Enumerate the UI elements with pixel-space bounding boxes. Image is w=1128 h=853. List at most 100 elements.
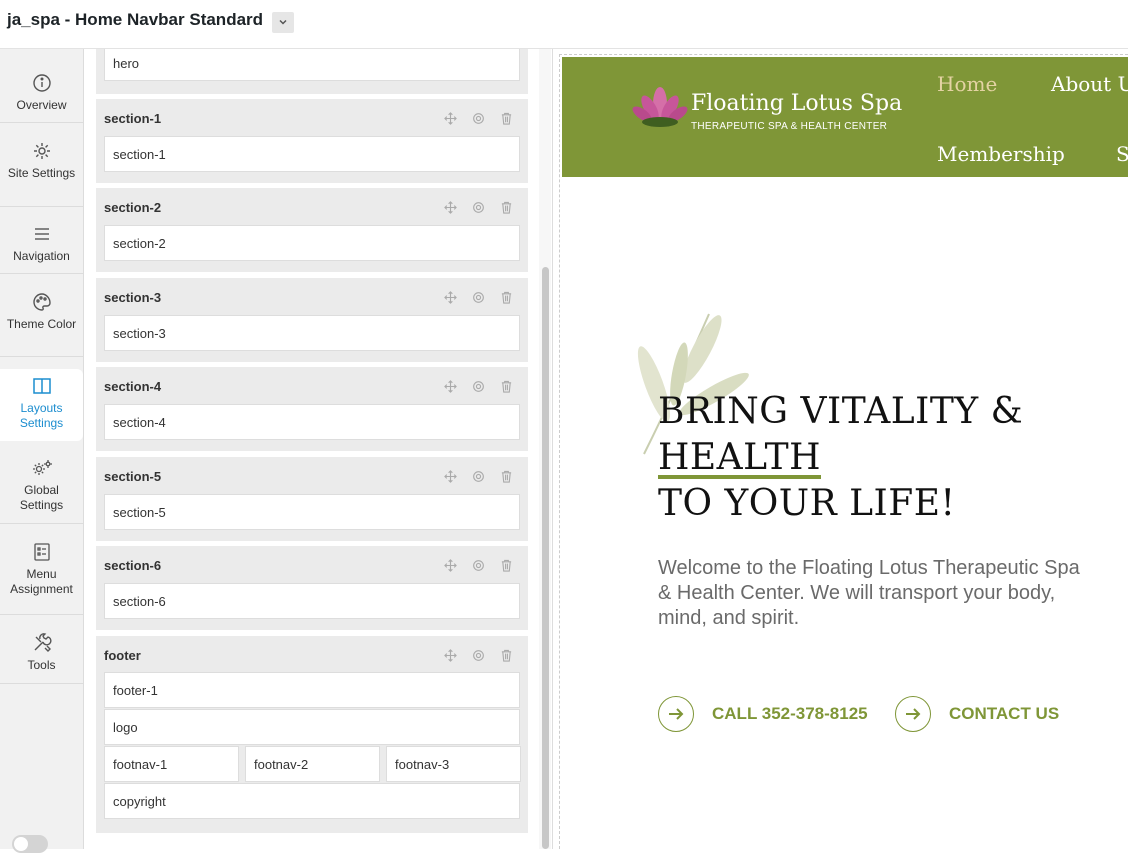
sidebar-item-overview[interactable]: Overview bbox=[0, 73, 83, 113]
trash-icon[interactable] bbox=[498, 110, 514, 126]
layout-block-section-3: section-3 section-3 bbox=[96, 278, 528, 362]
trash-icon[interactable] bbox=[498, 647, 514, 663]
position-field[interactable]: footnav-2 bbox=[245, 746, 380, 782]
hero-text: Welcome to the Floating Lotus Therapeuti… bbox=[658, 557, 1080, 629]
contact-button-label: CONTACT US bbox=[949, 704, 1060, 723]
divider bbox=[0, 523, 83, 524]
hero-title: BRING VITALITY & HEALTH TO YOUR LIFE! bbox=[658, 389, 1023, 527]
sidebar-item-navigation[interactable]: Navigation bbox=[0, 224, 83, 264]
call-button[interactable]: CALL 352-378-8125 bbox=[658, 696, 868, 732]
sidebar-item-label: Navigation bbox=[13, 249, 70, 263]
call-button-label: CALL 352-378-8125 bbox=[712, 704, 868, 723]
nav-link-home[interactable]: Home bbox=[937, 72, 997, 96]
sidebar-item-label: Site Settings bbox=[7, 166, 76, 180]
divider bbox=[0, 273, 83, 274]
sidebar: Overview Site Settings Navigation Theme … bbox=[0, 49, 84, 853]
move-icon[interactable] bbox=[442, 378, 458, 394]
position-field[interactable]: section-3 bbox=[104, 315, 520, 351]
divider bbox=[0, 356, 83, 357]
divider bbox=[0, 206, 83, 207]
gears-icon bbox=[32, 458, 52, 478]
sidebar-item-tools[interactable]: Tools bbox=[0, 633, 83, 673]
position-field[interactable]: footer-1 bbox=[104, 672, 520, 708]
sidebar-item-label: Layouts Settings bbox=[19, 401, 64, 430]
layout-block-hero: hero bbox=[96, 49, 528, 94]
gear-icon[interactable] bbox=[470, 468, 486, 484]
gear-icon[interactable] bbox=[470, 199, 486, 215]
sidebar-item-site-settings[interactable]: Site Settings bbox=[0, 141, 83, 181]
trash-icon[interactable] bbox=[498, 378, 514, 394]
sidebar-item-label: Overview bbox=[16, 98, 67, 112]
logo-tagline: THERAPEUTIC SPA & HEALTH CENTER bbox=[691, 121, 888, 132]
hero-title-line2: HEALTH bbox=[658, 437, 822, 479]
sidebar-item-label: Theme Color bbox=[6, 317, 77, 331]
layout-block-section-5: section-5 section-5 bbox=[96, 457, 528, 541]
position-field[interactable]: copyright bbox=[104, 783, 520, 819]
layout-block-section-4: section-4 section-4 bbox=[96, 367, 528, 451]
move-icon[interactable] bbox=[442, 647, 458, 663]
move-icon[interactable] bbox=[442, 557, 458, 573]
move-icon[interactable] bbox=[442, 110, 458, 126]
move-icon[interactable] bbox=[442, 468, 458, 484]
block-title: footer bbox=[104, 648, 141, 663]
block-title: section-2 bbox=[104, 200, 162, 215]
nav-link-membership[interactable]: Membership bbox=[937, 142, 1065, 166]
arrow-right-icon bbox=[658, 696, 694, 732]
info-icon bbox=[32, 73, 52, 93]
position-field[interactable]: section-2 bbox=[104, 225, 520, 261]
sidebar-item-label: Menu Assignment bbox=[10, 567, 73, 596]
layout-icon bbox=[32, 376, 52, 396]
divider bbox=[0, 122, 83, 123]
nav-link-partial[interactable]: S bbox=[1116, 142, 1128, 166]
contact-button[interactable]: CONTACT US bbox=[895, 696, 1059, 732]
gear-icon[interactable] bbox=[470, 647, 486, 663]
sidebar-item-label: Global Settings bbox=[19, 483, 64, 512]
block-title: section-5 bbox=[104, 469, 162, 484]
layout-panel: hero section-1 section-1 section-2 secti… bbox=[84, 49, 553, 849]
block-title: section-1 bbox=[104, 111, 162, 126]
nav-link-about[interactable]: About U bbox=[1051, 72, 1128, 96]
position-field[interactable]: section-5 bbox=[104, 494, 520, 530]
position-field[interactable]: logo bbox=[104, 709, 520, 745]
trash-icon[interactable] bbox=[498, 199, 514, 215]
layout-block-section-2: section-2 section-2 bbox=[96, 188, 528, 272]
layout-block-section-1: section-1 section-1 bbox=[96, 99, 528, 183]
site-preview: Floating Lotus Spa THERAPEUTIC SPA & HEA… bbox=[554, 49, 1128, 849]
gear-icon[interactable] bbox=[470, 378, 486, 394]
position-field[interactable]: section-1 bbox=[104, 136, 520, 172]
position-field[interactable]: footnav-3 bbox=[386, 746, 521, 782]
position-field[interactable]: footnav-1 bbox=[104, 746, 239, 782]
menu-icon bbox=[32, 224, 52, 244]
palette-icon bbox=[32, 292, 52, 312]
trash-icon[interactable] bbox=[498, 468, 514, 484]
lotus-logo-icon bbox=[632, 82, 688, 137]
gear-icon[interactable] bbox=[470, 110, 486, 126]
hero-title-line3: TO YOUR LIFE! bbox=[658, 483, 956, 524]
sidebar-item-theme-color[interactable]: Theme Color bbox=[0, 292, 83, 332]
position-hero[interactable]: hero bbox=[104, 49, 520, 81]
gear-icon[interactable] bbox=[470, 557, 486, 573]
move-icon[interactable] bbox=[442, 289, 458, 305]
sidebar-item-global-settings[interactable]: Global Settings bbox=[0, 458, 83, 513]
divider bbox=[0, 683, 83, 684]
tools-icon bbox=[32, 633, 52, 653]
trash-icon[interactable] bbox=[498, 289, 514, 305]
layout-dropdown-button[interactable] bbox=[272, 12, 294, 33]
move-icon[interactable] bbox=[442, 199, 458, 215]
sidebar-item-layouts-settings[interactable]: Layouts Settings bbox=[0, 369, 83, 441]
site-header: Floating Lotus Spa THERAPEUTIC SPA & HEA… bbox=[562, 57, 1128, 177]
scrollbar-thumb[interactable] bbox=[542, 267, 549, 849]
sidebar-item-label: Tools bbox=[27, 658, 56, 672]
position-field[interactable]: section-6 bbox=[104, 583, 520, 619]
divider bbox=[0, 614, 83, 615]
checklist-icon bbox=[32, 542, 52, 562]
gear-icon[interactable] bbox=[470, 289, 486, 305]
arrow-right-icon bbox=[895, 696, 931, 732]
trash-icon[interactable] bbox=[498, 557, 514, 573]
chevron-down-icon bbox=[278, 14, 288, 32]
toggle-switch[interactable] bbox=[12, 835, 48, 853]
sidebar-item-menu-assignment[interactable]: Menu Assignment bbox=[0, 542, 83, 597]
block-title: section-4 bbox=[104, 379, 162, 394]
position-field[interactable]: section-4 bbox=[104, 404, 520, 440]
logo-name: Floating Lotus Spa bbox=[691, 91, 903, 116]
